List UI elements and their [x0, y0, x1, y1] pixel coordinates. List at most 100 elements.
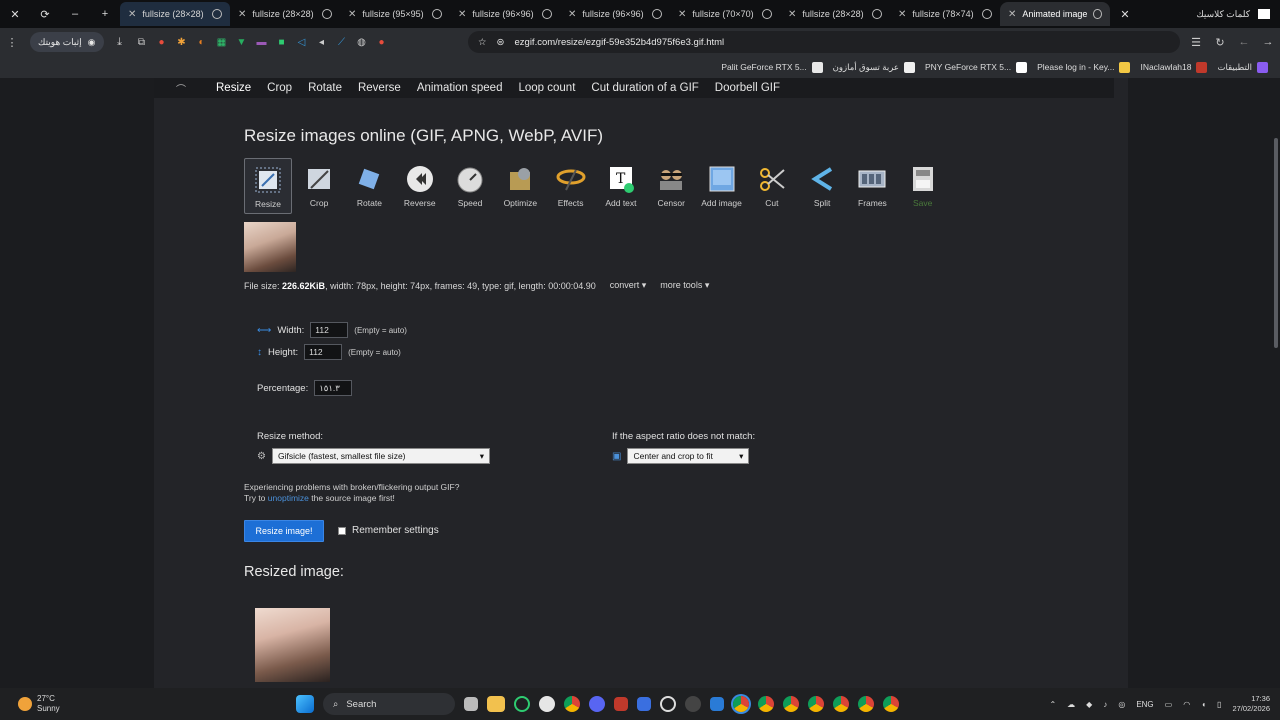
steam-icon[interactable] — [539, 696, 555, 712]
bookmark-item[interactable]: عربة تسوق أمازون — [833, 61, 915, 73]
bookmark-item[interactable]: Palit GeForce RTX 5... — [721, 61, 823, 73]
extension-icon-10[interactable]: ⟋ — [332, 28, 352, 56]
new-tab-icon[interactable]: + — [90, 0, 120, 28]
language-indicator[interactable]: ENG — [1136, 700, 1153, 709]
display-icon[interactable]: ▭ — [1165, 700, 1173, 709]
back-icon[interactable]: ← — [1232, 28, 1256, 56]
extension-icon-9[interactable]: ◂ — [312, 28, 332, 56]
chevron-up-icon[interactable]: ⌃ — [1049, 700, 1056, 709]
extension-icon-2[interactable]: ✱ — [172, 28, 192, 56]
chrome-icon[interactable] — [564, 696, 580, 712]
unoptimize-link[interactable]: unoptimize — [268, 493, 309, 503]
microphone-icon[interactable]: ♪ — [1103, 700, 1107, 709]
minimize-icon[interactable]: – — [60, 0, 90, 28]
file-explorer-icon[interactable] — [487, 696, 505, 712]
tab-close-icon[interactable]: ✕ — [568, 9, 576, 20]
forward-icon[interactable]: → — [1256, 28, 1280, 56]
chrome-icon-8[interactable] — [883, 696, 899, 712]
bookmark-item[interactable]: INaclawlah18 — [1140, 61, 1208, 73]
address-bar[interactable]: ☆ ⊜ ezgif.com/resize/ezgif-59e352b4d975f… — [468, 31, 1180, 53]
ccleaner-icon[interactable] — [660, 696, 676, 712]
menu-dots-icon[interactable]: ⋮ — [0, 28, 24, 56]
tab-close-icon[interactable]: ✕ — [458, 9, 466, 20]
chrome-icon-5[interactable] — [808, 696, 824, 712]
tab-arabic[interactable]: كلمات كلاسيك — [1196, 9, 1280, 20]
tool-add-image[interactable]: Add image — [696, 158, 746, 214]
extension-icon-1[interactable]: ● — [152, 28, 172, 56]
tool-effects[interactable]: Effects — [545, 158, 595, 214]
tool-resize[interactable]: Resize — [244, 158, 292, 214]
discord-icon[interactable] — [589, 696, 605, 712]
scrollbar-thumb[interactable] — [1274, 138, 1278, 348]
resize-image-button[interactable]: Resize image! — [244, 520, 324, 542]
task-view-icon[interactable] — [464, 697, 478, 711]
extension-icon-12[interactable]: ● — [372, 28, 392, 56]
tab-current[interactable]: ✕ Animated image — [1000, 2, 1110, 26]
download-icon[interactable]: ⤓ — [108, 28, 132, 56]
tab-5[interactable]: ✕ fullsize (96×96) — [560, 2, 670, 26]
app-icon-blue[interactable] — [637, 697, 651, 711]
aspect-ratio-select[interactable]: Center and crop to fit ▾ — [627, 448, 750, 464]
percentage-input[interactable] — [314, 380, 353, 396]
refresh-icon[interactable]: ↻ — [1208, 28, 1232, 56]
app-icon-green[interactable] — [514, 696, 530, 712]
extensions-icon[interactable]: ⧉ — [132, 28, 152, 56]
nav-loop-count[interactable]: Loop count — [510, 82, 583, 94]
bookmark-item[interactable]: PNY GeForce RTX 5... — [925, 61, 1028, 73]
weather-widget[interactable]: 27°C Sunny — [0, 694, 280, 714]
page-scrollbar[interactable] — [1272, 78, 1280, 688]
extension-icon-8[interactable]: ◁ — [292, 28, 312, 56]
reload-icon[interactable]: ⟳ — [30, 0, 60, 28]
chrome-icon-2[interactable] — [733, 696, 749, 712]
site-info-icon[interactable]: ⊜ — [497, 37, 505, 48]
tab-close-icon[interactable]: ✕ — [128, 9, 136, 20]
nav-resize[interactable]: Resize — [208, 82, 259, 94]
remember-settings[interactable]: Remember settings — [338, 525, 439, 536]
tool-censor[interactable]: Censor — [646, 158, 696, 214]
onedrive-icon[interactable]: ☁ — [1067, 700, 1075, 709]
width-input[interactable] — [310, 322, 349, 338]
tool-rotate[interactable]: Rotate — [344, 158, 394, 214]
start-icon[interactable] — [296, 695, 314, 713]
tool-crop[interactable]: Crop — [294, 158, 344, 214]
resize-method-select[interactable]: Gifsicle (fastest, smallest file size) ▾ — [271, 448, 490, 464]
battery-icon[interactable]: ▯ — [1217, 700, 1221, 709]
tab-close-icon[interactable]: ✕ — [678, 9, 686, 20]
close-window-icon[interactable]: ✕ — [0, 0, 30, 28]
network-icon[interactable]: ◎ — [1118, 700, 1125, 709]
tab-close-icon[interactable]: ✕ — [1008, 9, 1016, 20]
convert-dropdown[interactable]: convert ▾ — [610, 280, 647, 291]
tab-close-icon[interactable]: ✕ — [348, 9, 356, 20]
nav-rotate[interactable]: Rotate — [300, 82, 350, 94]
close-tab-icon[interactable]: ✕ — [1110, 0, 1140, 28]
tune-icon[interactable]: ☰ — [1184, 28, 1208, 56]
tool-split[interactable]: Split — [797, 158, 847, 214]
bookmark-star-icon[interactable]: ☆ — [478, 37, 487, 48]
chrome-icon-3[interactable] — [758, 696, 774, 712]
tool-speed[interactable]: Speed — [445, 158, 495, 214]
chrome-icon-7[interactable] — [858, 696, 874, 712]
app-icon-arrow[interactable] — [710, 697, 724, 711]
nav-crop[interactable]: Crop — [259, 82, 300, 94]
tab-4[interactable]: ✕ fullsize (96×96) — [450, 2, 560, 26]
taskbar-search[interactable]: ⌕ Search — [323, 693, 455, 715]
nav-animation-speed[interactable]: Animation speed — [409, 82, 511, 94]
extension-icon-7[interactable]: ■ — [272, 28, 292, 56]
more-tools-dropdown[interactable]: more tools ▾ — [660, 280, 709, 291]
tab-close-icon[interactable]: ✕ — [238, 9, 246, 20]
height-input[interactable] — [304, 344, 343, 360]
logo-icon[interactable]: ⌒ — [154, 81, 208, 96]
tab-3[interactable]: ✕ fullsize (95×95) — [340, 2, 450, 26]
nav-cut-duration[interactable]: Cut duration of a GIF — [583, 82, 706, 94]
clock[interactable]: 17:36 27/02/2026 — [1232, 694, 1270, 714]
volume-icon[interactable]: ◖ — [1201, 700, 1206, 709]
extension-icon-6[interactable]: ▬ — [252, 28, 272, 56]
chrome-icon-6[interactable] — [833, 696, 849, 712]
remember-checkbox[interactable] — [338, 526, 346, 535]
extension-icon-5[interactable]: ▼ — [232, 28, 252, 56]
tab-6[interactable]: ✕ fullsize (70×70) — [670, 2, 780, 26]
nav-doorbell-gif[interactable]: Doorbell GIF — [707, 82, 788, 94]
app-icon-dark[interactable] — [685, 696, 701, 712]
tool-reverse[interactable]: Reverse — [395, 158, 445, 214]
nav-reverse[interactable]: Reverse — [350, 82, 409, 94]
